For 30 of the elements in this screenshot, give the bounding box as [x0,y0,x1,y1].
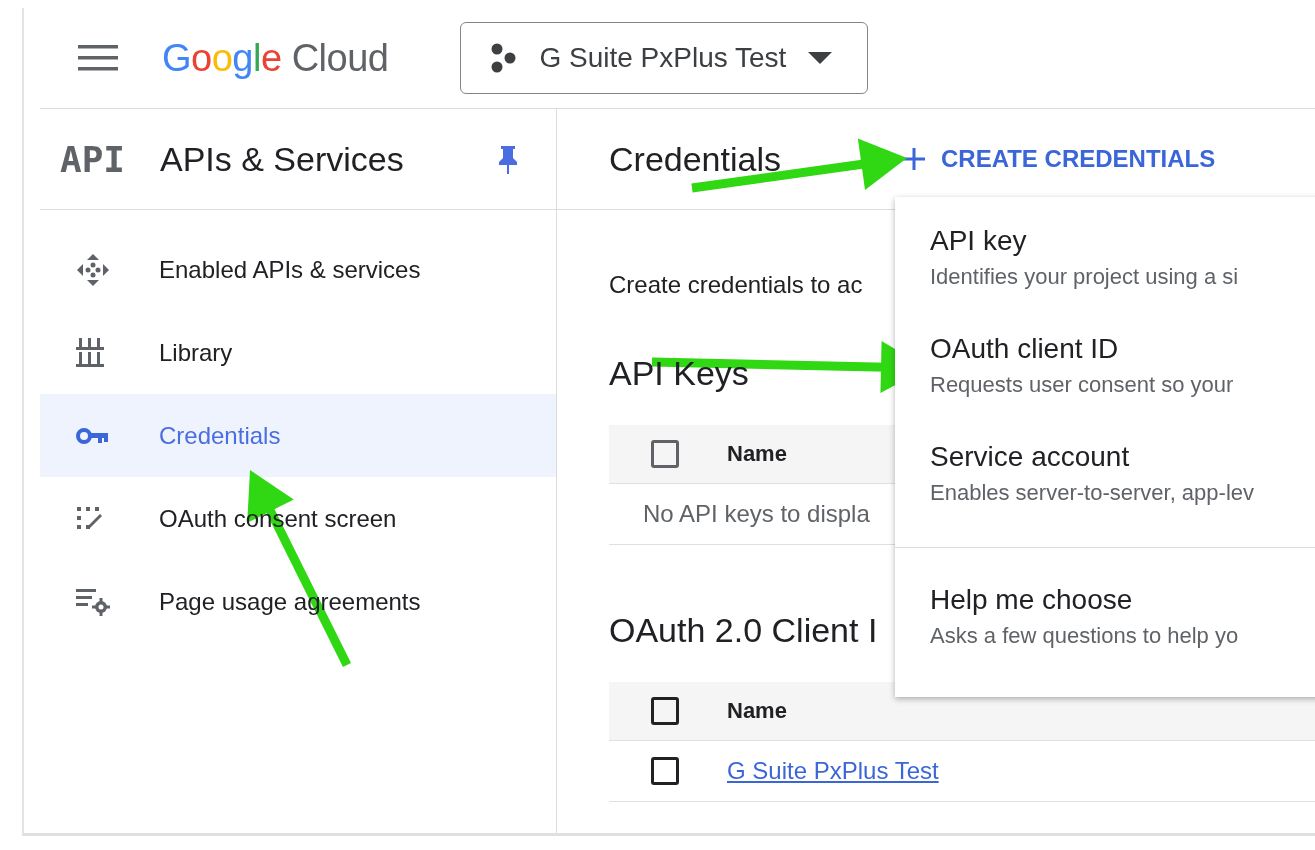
consent-icon [76,505,102,532]
library-icon [76,337,104,368]
checkbox[interactable] [651,757,679,785]
menu-item[interactable]: OAuth client ID Requests user consent so your [895,331,1315,439]
menu-icon[interactable] [78,44,118,72]
checkbox[interactable] [651,440,679,468]
sidebar-item[interactable]: Enabled APIs & services [40,228,556,311]
menu-item[interactable]: Help me choose Asks a few questions to help yo [895,582,1315,690]
column-header: Name [727,698,787,724]
google-cloud-logo[interactable]: Google Cloud [162,36,389,80]
page-title: Credentials [609,139,781,179]
menu-item[interactable]: API key Identifies your project using a si [895,223,1315,331]
api-label: API [60,138,127,180]
column-header: Name [727,441,787,467]
settings-list-icon [76,587,110,616]
sidebar-item[interactable]: Credentials [40,394,556,477]
caret-icon [808,52,833,64]
project-selector[interactable]: G Suite PxPlus Test [460,22,869,94]
menu-item[interactable]: Service account Enables server-to-server, app-lev [895,439,1315,547]
intro-text: Create credentials to ac [609,270,863,300]
sidebar-item[interactable]: Library [40,311,556,394]
move-icon [76,252,110,287]
key-icon [76,426,108,445]
checkbox[interactable] [651,697,679,725]
empty-message: No API keys to displa [643,500,870,528]
project-icon [489,43,518,73]
pin-icon[interactable] [498,144,518,174]
section-title: OAuth 2.0 Client I [609,610,878,650]
sidebar-title: APIs & Services [160,139,405,179]
client-link[interactable]: G Suite PxPlus Test [727,757,939,785]
